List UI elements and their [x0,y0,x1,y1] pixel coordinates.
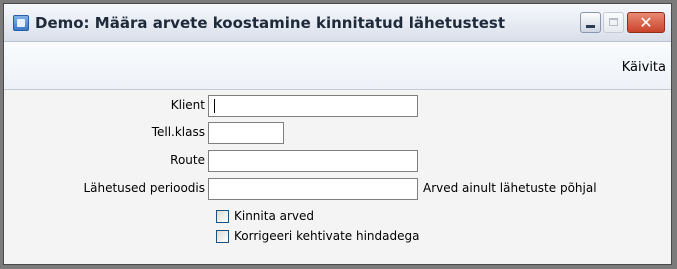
period-hint: Arved ainult lähetuste põhjal [423,181,597,195]
route-field[interactable] [208,150,418,172]
title-bar[interactable]: Demo: Määra arvete koostamine kinnitatud… [4,4,671,42]
route-label: Route [170,153,205,167]
maximize-button[interactable] [603,12,624,33]
client-label: Klient [170,98,205,112]
correct-prices-checkbox[interactable] [216,229,229,243]
app-icon [13,15,29,31]
order-class-field[interactable] [208,122,284,144]
client-field[interactable] [208,95,418,117]
correct-prices-row[interactable]: Korrigeeri kehtivate hindadega [216,229,419,243]
order-class-label: Tell.klass [151,125,205,139]
period-field[interactable] [208,178,418,200]
run-button[interactable]: Käivita [622,60,666,75]
confirm-invoices-label[interactable]: Kinnita arved [234,209,314,223]
period-label: Lähetused perioodis [83,181,205,195]
confirm-invoices-checkbox[interactable] [216,209,229,223]
toolbar: Käivita [4,42,671,90]
form-area: Klient Tell.klass Route Lähetused perioo… [4,90,671,264]
minimize-button[interactable] [580,12,601,33]
close-button[interactable]: ✕ [627,12,665,33]
window-title: Demo: Määra arvete koostamine kinnitatud… [35,14,506,32]
correct-prices-label[interactable]: Korrigeeri kehtivate hindadega [234,229,419,243]
text-caret [214,99,215,113]
close-icon: ✕ [639,12,653,32]
confirm-invoices-row[interactable]: Kinnita arved [216,209,314,223]
dialog-window: Demo: Määra arvete koostamine kinnitatud… [3,3,672,265]
